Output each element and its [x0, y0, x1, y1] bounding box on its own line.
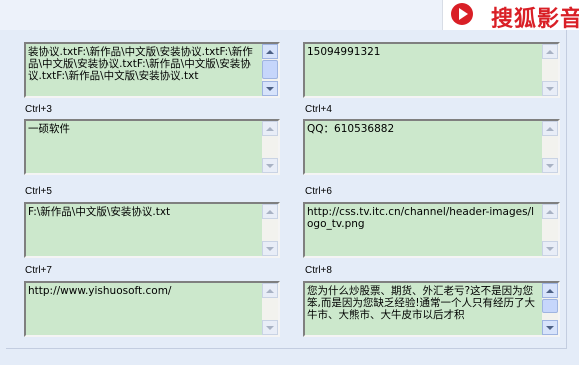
chevron-down-icon [546, 246, 554, 251]
scrollbar[interactable] [262, 204, 278, 256]
scrollbar[interactable] [262, 121, 278, 173]
chevron-up-icon [266, 209, 274, 214]
chevron-up-icon [266, 288, 274, 293]
clipboard-field-6[interactable]: http://css.tv.itc.cn/channel/header-imag… [303, 202, 560, 258]
clipboard-field-2-text: 15094991321 [307, 46, 381, 58]
field-label-ctrl3: Ctrl+3 [25, 104, 52, 115]
scroll-up-button[interactable] [262, 204, 278, 219]
clipboard-field-8-text: 您为什么炒股票、期货、外汇老亏?这不是因为您笨,而是因为您缺乏经验!通常一个人只… [307, 285, 536, 321]
scroll-down-button[interactable] [262, 320, 278, 335]
scroll-up-button[interactable] [542, 204, 558, 219]
chevron-down-icon [266, 246, 274, 251]
scrollbar[interactable] [542, 204, 558, 256]
clipboard-field-2[interactable]: 15094991321 [303, 42, 560, 98]
logo-text: 搜狐影音 [491, 7, 579, 30]
scroll-down-button[interactable] [542, 81, 558, 96]
chevron-down-icon [266, 163, 274, 168]
clipboard-field-7[interactable]: http://www.yishuosoft.com/ [24, 281, 280, 337]
clipboard-field-1-text: 装协议.txtF:\新作品\中文版\安装协议.txtF:\新作品\中文版\安装协… [28, 46, 253, 82]
chevron-down-icon [546, 325, 554, 330]
clipboard-field-3-text: 一硕软件 [28, 123, 70, 135]
clipboard-field-5-text: F:\新作品\中文版\安装协议.txt [28, 206, 171, 218]
clipboard-field-4[interactable]: QQ：610536882 [303, 119, 560, 175]
clipboard-field-8[interactable]: 您为什么炒股票、期货、外汇老亏?这不是因为您笨,而是因为您缺乏经验!通常一个人只… [303, 281, 560, 337]
play-circle-icon [451, 3, 473, 25]
field-label-ctrl6: Ctrl+6 [305, 186, 332, 197]
scrollbar[interactable] [542, 283, 558, 335]
field-label-ctrl8: Ctrl+8 [305, 265, 332, 276]
chevron-down-icon [546, 86, 554, 91]
scroll-up-button[interactable] [262, 283, 278, 298]
clipboard-field-3[interactable]: 一硕软件 [24, 119, 280, 175]
scroll-down-button[interactable] [542, 320, 558, 335]
scroll-up-button[interactable] [542, 121, 558, 136]
scroll-thumb[interactable] [262, 60, 278, 79]
field-label-ctrl5: Ctrl+5 [25, 186, 52, 197]
clipboard-field-5[interactable]: F:\新作品\中文版\安装协议.txt [24, 202, 280, 258]
field-label-ctrl4: Ctrl+4 [305, 104, 332, 115]
scroll-down-button[interactable] [262, 158, 278, 173]
scroll-down-button[interactable] [262, 241, 278, 256]
scroll-thumb[interactable] [542, 299, 558, 313]
scroll-down-button[interactable] [262, 81, 278, 96]
clipboard-field-7-text: http://www.yishuosoft.com/ [28, 285, 172, 297]
scrollbar[interactable] [542, 44, 558, 96]
chevron-down-icon [266, 86, 274, 91]
chevron-up-icon [546, 49, 554, 54]
field-label-ctrl7: Ctrl+7 [25, 265, 52, 276]
chevron-up-icon [546, 126, 554, 131]
clipboard-field-4-text: QQ：610536882 [307, 123, 395, 135]
scrollbar[interactable] [262, 283, 278, 335]
clipboard-field-1[interactable]: 装协议.txtF:\新作品\中文版\安装协议.txtF:\新作品\中文版\安装协… [24, 42, 280, 98]
scrollbar[interactable] [262, 44, 278, 96]
clipboard-field-6-text: http://css.tv.itc.cn/channel/header-imag… [307, 206, 535, 230]
scroll-up-button[interactable] [262, 44, 278, 59]
chevron-up-icon [266, 49, 274, 54]
chevron-down-icon [266, 325, 274, 330]
scroll-up-button[interactable] [542, 44, 558, 59]
scroll-up-button[interactable] [542, 283, 558, 298]
sohu-video-logo[interactable]: 搜狐影音 [442, 0, 579, 30]
scrollbar[interactable] [542, 121, 558, 173]
chevron-down-icon [546, 163, 554, 168]
chevron-up-icon [546, 209, 554, 214]
chevron-up-icon [266, 126, 274, 131]
scroll-down-button[interactable] [542, 241, 558, 256]
scroll-up-button[interactable] [262, 121, 278, 136]
top-bar: 搜狐影音 [0, 0, 579, 30]
chevron-up-icon [546, 288, 554, 293]
scroll-down-button[interactable] [542, 158, 558, 173]
